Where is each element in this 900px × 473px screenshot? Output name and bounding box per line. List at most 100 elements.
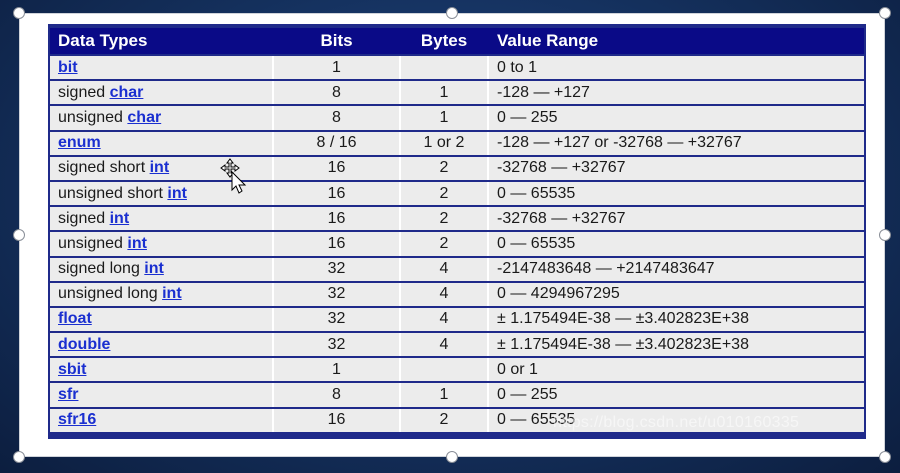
header-value-range: Value Range — [487, 28, 864, 54]
table-row: unsigned char 8 1 0 — 255 — [50, 106, 864, 130]
cell-bits: 1 — [272, 56, 399, 80]
cell-bytes: 2 — [399, 232, 487, 256]
type-prefix: signed long — [58, 260, 145, 278]
table-row: double 32 4 ± 1.175494E-38 — ±3.402823E+38 — [50, 333, 864, 357]
type-prefix: unsigned — [58, 108, 128, 126]
cell-data-type: unsigned int — [50, 232, 272, 256]
watermark-text: https://blog.csdn.net/u010160335 — [553, 414, 800, 431]
cell-bytes: 4 — [399, 257, 487, 281]
cell-bits: 8 — [272, 383, 399, 407]
cell-bits: 8 — [272, 81, 399, 105]
type-keyword-link[interactable]: float — [58, 310, 92, 327]
cell-value-range: -32768 — +32767 — [487, 156, 864, 180]
type-prefix: unsigned — [58, 234, 128, 252]
cell-bits: 16 — [272, 408, 399, 432]
type-keyword-link[interactable]: char — [127, 109, 161, 126]
cell-data-type: unsigned char — [50, 106, 272, 130]
cell-bytes: 2 — [399, 156, 487, 180]
cell-value-range: 0 — 255 — [487, 106, 864, 130]
type-prefix: unsigned short — [58, 184, 168, 202]
type-prefix: signed — [58, 209, 110, 227]
cell-bytes: 4 — [399, 333, 487, 357]
table-row: signed char 8 1 -128 — +127 — [50, 81, 864, 105]
table-row: enum 8 / 16 1 or 2 -128 — +127 or -32768 — … — [50, 131, 864, 155]
type-keyword-link[interactable]: enum — [58, 134, 101, 151]
type-keyword-link[interactable]: sfr — [58, 386, 78, 403]
type-keyword-link[interactable]: sfr16 — [58, 411, 96, 428]
cell-bytes: 4 — [399, 307, 487, 332]
cell-data-type: enum — [50, 131, 272, 155]
cell-bytes: 2 — [399, 207, 487, 231]
table-row: unsigned int 16 2 0 — 65535 — [50, 232, 864, 256]
type-keyword-link[interactable]: sbit — [58, 361, 86, 378]
resize-handle-bottom-right[interactable] — [879, 451, 891, 463]
cell-value-range: 0 — 65535 — [487, 232, 864, 256]
cell-value-range: ± 1.175494E-38 — ±3.402823E+38 — [487, 333, 864, 357]
resize-handle-top-left[interactable] — [13, 7, 25, 19]
cell-data-type: unsigned long int — [50, 282, 272, 306]
cell-value-range: 0 or 1 — [487, 358, 864, 382]
cell-bits: 16 — [272, 156, 399, 180]
type-keyword-link[interactable]: double — [58, 336, 110, 353]
header-data-types: Data Types — [50, 28, 272, 54]
cell-value-range: -128 — +127 — [487, 81, 864, 105]
cell-bytes: 1 or 2 — [399, 131, 487, 155]
table-row: sbit 1 0 or 1 — [50, 358, 864, 382]
table-row: float 32 4 ± 1.175494E-38 — ±3.402823E+38 — [50, 307, 864, 332]
cell-bits: 1 — [272, 358, 399, 382]
cell-bytes: 4 — [399, 282, 487, 306]
table-row: signed long int 32 4 -2147483648 — +2147483… — [50, 257, 864, 281]
cell-value-range: -2147483648 — +2147483647 — [487, 257, 864, 281]
cell-bytes: 2 — [399, 181, 487, 206]
table-row: bit 1 0 to 1 — [50, 56, 864, 80]
table-header-row: Data Types Bits Bytes Value Range — [50, 28, 864, 54]
type-keyword-link[interactable]: int — [110, 210, 130, 227]
cell-data-type: signed char — [50, 81, 272, 105]
cell-value-range: 0 to 1 — [487, 56, 864, 80]
cell-bits: 8 — [272, 106, 399, 130]
header-bits: Bits — [272, 28, 399, 54]
table-row: sfr 8 1 0 — 255 — [50, 383, 864, 407]
data-types-table: Data Types Bits Bytes Value Range bit 1 0 … — [50, 26, 864, 434]
table-row: signed int 16 2 -32768 — +32767 — [50, 207, 864, 231]
resize-handle-middle-left[interactable] — [13, 229, 25, 241]
type-keyword-link[interactable]: int — [167, 185, 187, 202]
cell-bits: 16 — [272, 232, 399, 256]
type-keyword-link[interactable]: bit — [58, 59, 78, 76]
cell-data-type: float — [50, 307, 272, 332]
table-row: signed short int 16 2 -32768 — +32767 — [50, 156, 864, 180]
resize-handle-middle-right[interactable] — [879, 229, 891, 241]
resize-handle-bottom-left[interactable] — [13, 451, 25, 463]
type-keyword-link[interactable]: int — [127, 235, 147, 252]
cell-data-type: signed long int — [50, 257, 272, 281]
table-row: unsigned short int 16 2 0 — 65535 — [50, 181, 864, 206]
cell-value-range: 0 — 255 — [487, 383, 864, 407]
resize-handle-top-right[interactable] — [879, 7, 891, 19]
cell-bytes: 2 — [399, 408, 487, 432]
cell-value-range: -32768 — +32767 — [487, 207, 864, 231]
cell-value-range: 0 — 4294967295 — [487, 282, 864, 306]
cell-bits: 16 — [272, 181, 399, 206]
type-keyword-link[interactable]: int — [150, 159, 170, 176]
cell-data-type: double — [50, 333, 272, 357]
type-keyword-link[interactable]: int — [162, 285, 182, 302]
resize-handle-bottom-middle[interactable] — [446, 451, 458, 463]
cell-bytes — [399, 358, 487, 382]
type-prefix: signed short — [58, 159, 150, 177]
table-row: unsigned long int 32 4 0 — 4294967295 — [50, 282, 864, 306]
type-prefix: signed — [58, 83, 110, 101]
type-keyword-link[interactable]: int — [144, 260, 164, 277]
cell-bits: 16 — [272, 207, 399, 231]
cell-data-type: signed int — [50, 207, 272, 231]
cell-data-type: bit — [50, 56, 272, 80]
cell-bits: 32 — [272, 282, 399, 306]
cell-bits: 32 — [272, 333, 399, 357]
cell-bytes: 1 — [399, 81, 487, 105]
type-prefix: unsigned long — [58, 285, 163, 303]
resize-handle-top-middle[interactable] — [446, 7, 458, 19]
move-cursor-icon — [220, 158, 247, 194]
cell-bits: 8 / 16 — [272, 131, 399, 155]
cell-value-range: 0 — 65535 — [487, 181, 864, 206]
cell-bytes: 1 — [399, 383, 487, 407]
type-keyword-link[interactable]: char — [110, 84, 144, 101]
